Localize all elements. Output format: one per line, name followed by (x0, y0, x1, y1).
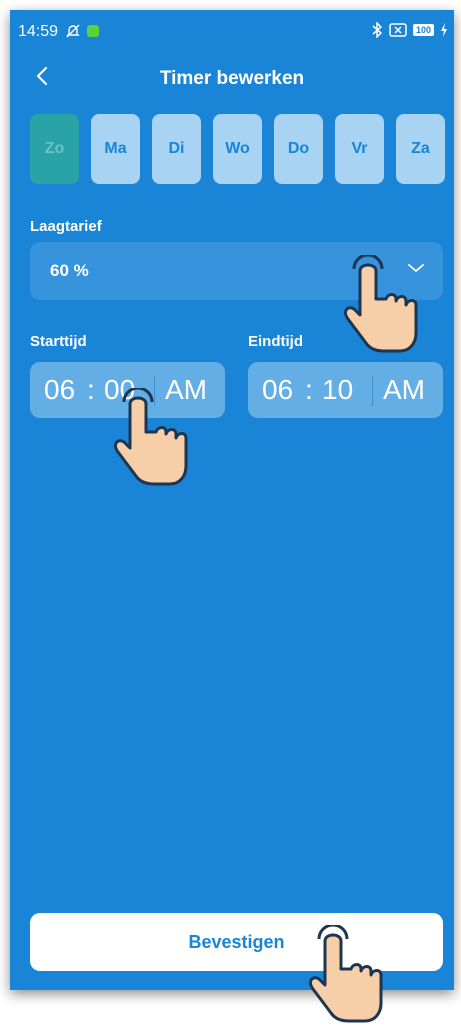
end-hour[interactable]: 06 (262, 374, 293, 406)
header: Timer bewerken (10, 60, 454, 100)
status-bar: 14:59 100 (10, 10, 454, 50)
start-hour[interactable]: 06 (44, 374, 75, 406)
day-saturday[interactable]: Za (396, 114, 445, 184)
status-icons-left (65, 23, 99, 39)
tariff-value: 60 % (50, 261, 89, 280)
start-time-label: Starttijd (30, 333, 87, 350)
end-colon: : (305, 374, 313, 405)
battery-icon: 100 (412, 24, 434, 36)
start-colon: : (87, 374, 95, 405)
end-time-picker[interactable]: 06 : 10 AM (248, 362, 443, 418)
phone-screen: 14:59 100 Timer bewerken Zo Ma Di Wo Do … (10, 10, 454, 990)
tap-hand-icon (309, 925, 383, 1023)
end-time-label: Eindtijd (248, 333, 303, 350)
day-sunday[interactable]: Zo (30, 114, 79, 184)
end-divider (372, 376, 373, 406)
end-ampm[interactable]: AM (383, 374, 425, 406)
status-time: 14:59 (18, 23, 59, 40)
tap-hand-icon (114, 388, 188, 486)
no-sim-icon (389, 23, 407, 37)
tap-hand-icon (344, 255, 418, 353)
end-minute[interactable]: 10 (322, 374, 353, 406)
day-friday[interactable]: Vr (335, 114, 384, 184)
day-selector: Zo Ma Di Wo Do Vr Za (30, 114, 445, 184)
day-wednesday[interactable]: Wo (213, 114, 262, 184)
day-tuesday[interactable]: Di (152, 114, 201, 184)
charging-icon (441, 23, 447, 37)
muted-notification-icon (66, 24, 80, 38)
bluetooth-icon (372, 22, 383, 38)
status-icons-right: 100 (371, 22, 448, 38)
app-notification-icon (87, 25, 99, 37)
day-monday[interactable]: Ma (91, 114, 140, 184)
page-title: Timer bewerken (159, 68, 305, 89)
day-thursday[interactable]: Do (274, 114, 323, 184)
tariff-label: Laagtarief (30, 218, 102, 235)
